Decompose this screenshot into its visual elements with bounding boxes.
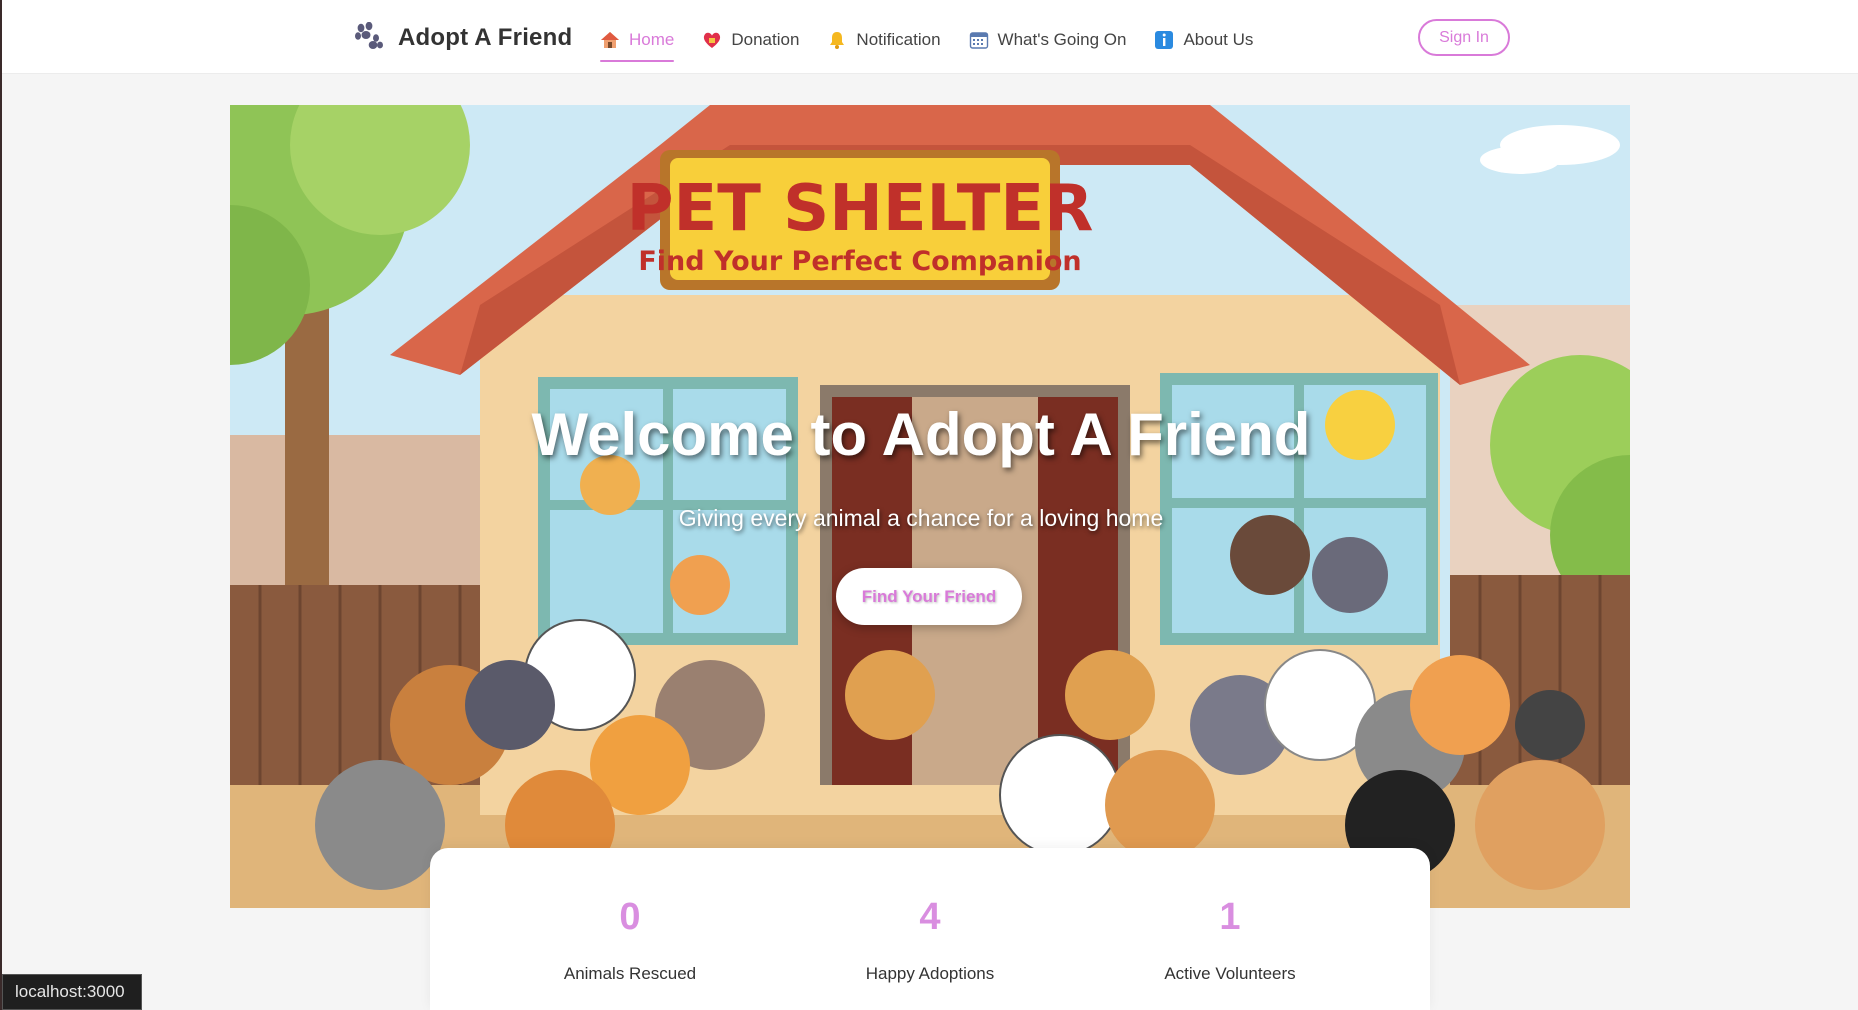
nav-notification-label: Notification: [856, 30, 941, 49]
stat-happy-adoptions: 4 Happy Adoptions: [800, 848, 1060, 1010]
stat-active-volunteers: 1 Active Volunteers: [1100, 848, 1360, 1010]
stat-label: Animals Rescued: [563, 964, 697, 983]
top-navbar: Adopt A Friend Home Donation Notificatio…: [2, 0, 1858, 74]
main-nav: Home Donation Notification What's Going …: [600, 20, 1253, 62]
stats-card: 0 Animals Rescued 4 Happy Adoptions 1 Ac…: [430, 848, 1430, 1010]
nav-about-us[interactable]: About Us: [1154, 20, 1253, 60]
nav-about-us-label: About Us: [1183, 30, 1254, 49]
hero-title: Welcome to Adopt A Friend: [531, 401, 1311, 468]
info-icon: [1154, 30, 1174, 50]
stat-label: Active Volunteers: [1164, 964, 1296, 983]
sign-in-button[interactable]: Sign In: [1418, 19, 1510, 56]
stat-label: Happy Adoptions: [865, 964, 995, 983]
sign-subtitle: Find Your Perfect Companion: [638, 246, 1081, 277]
nav-whats-going-on[interactable]: What's Going On: [969, 20, 1127, 60]
home-icon: [600, 30, 620, 50]
nav-whats-going-on-label: What's Going On: [997, 30, 1127, 49]
paw-icon: [354, 21, 384, 55]
bell-icon: [827, 30, 847, 50]
brand-name: Adopt A Friend: [398, 24, 573, 51]
brand[interactable]: Adopt A Friend: [354, 21, 573, 55]
hero-subtitle: Giving every animal a chance for a lovin…: [678, 505, 1164, 531]
stat-value: 4: [919, 896, 941, 938]
nav-home[interactable]: Home: [600, 20, 675, 62]
hero-banner: PET SHELTER Find Your Perfect Companion: [230, 105, 1630, 908]
status-bar-url: localhost:3000: [2, 974, 142, 1010]
nav-notification[interactable]: Notification: [827, 20, 941, 60]
stat-value: 0: [619, 896, 641, 938]
nav-donation-label: Donation: [731, 30, 800, 49]
find-your-friend-button[interactable]: Find Your Friend: [836, 568, 1022, 625]
calendar-icon: [969, 30, 989, 50]
stat-value: 1: [1219, 896, 1241, 938]
heart-gift-icon: [702, 30, 722, 50]
nav-home-label: Home: [629, 30, 675, 49]
sign-title: PET SHELTER: [627, 172, 1094, 246]
nav-donation[interactable]: Donation: [702, 20, 799, 60]
stat-animals-rescued: 0 Animals Rescued: [500, 848, 760, 1010]
